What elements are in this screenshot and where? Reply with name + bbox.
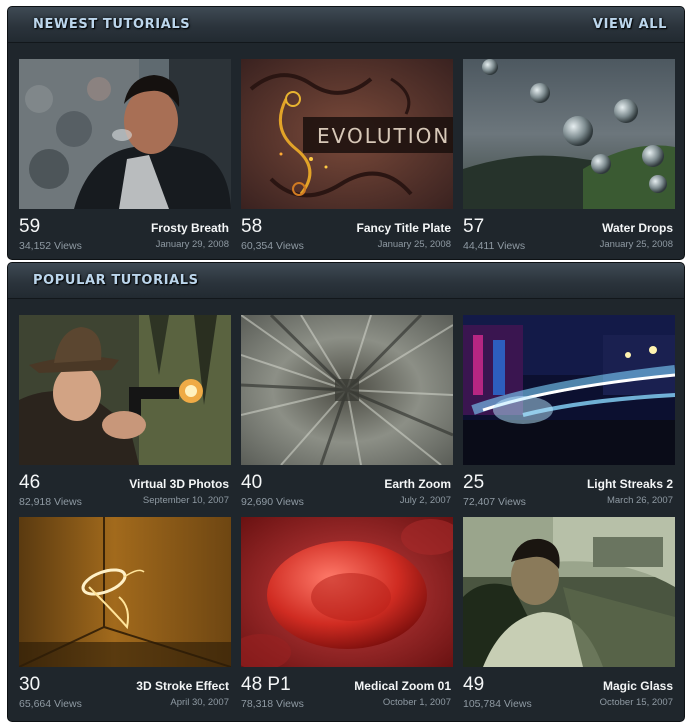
tutorial-number: 30 [19,674,41,695]
tutorial-number: 58 [241,216,263,237]
tutorial-number: 49 [463,674,485,695]
tutorial-title-link[interactable]: Virtual 3D Photos [129,477,229,491]
tutorial-views: 65,664 Views [19,698,82,710]
tutorial-views: 78,318 Views [241,698,304,710]
medical-zoom-01-thumbnail-image [241,517,453,667]
tutorial-card[interactable]: 25 72,407 Views Light Streaks 2 March 26… [463,315,675,513]
tutorial-date: October 1, 2007 [382,697,451,708]
tutorial-title-link[interactable]: Earth Zoom [384,477,451,491]
tutorial-thumbnail-magic-glass[interactable] [463,517,675,667]
water-drops-thumbnail-image [463,59,675,209]
tutorial-number: 25 [463,472,485,493]
earth-zoom-thumbnail-image [241,315,453,465]
tutorial-thumbnail-water-drops[interactable] [463,59,675,209]
tutorial-title-link[interactable]: Light Streaks 2 [587,477,673,491]
tutorial-title-link[interactable]: Water Drops [602,221,673,235]
tutorial-number: 40 [241,472,263,493]
tutorial-views: 92,690 Views [241,496,304,508]
tutorial-date: March 26, 2007 [606,495,673,506]
tutorial-date: July 2, 2007 [399,495,451,506]
frosty-breath-thumbnail-image [19,59,231,209]
newest-tutorials-header: NEWEST TUTORIALS VIEW ALL [8,7,684,43]
tutorial-card[interactable]: 30 65,664 Views 3D Stroke Effect April 3… [19,517,231,715]
magic-glass-thumbnail-image [463,517,675,667]
tutorial-thumbnail-3d-stroke-effect[interactable] [19,517,231,667]
tutorial-views: 82,918 Views [19,496,82,508]
newest-tutorials-panel: NEWEST TUTORIALS VIEW ALL 59 34,152 View… [7,6,685,260]
tutorial-views: 72,407 Views [463,496,526,508]
tutorial-card[interactable]: EVOLUTION 58 60,354 Views Fancy Title Pl… [241,59,453,257]
evolution-thumb-text: EVOLUTION [317,124,450,148]
tutorial-title-link[interactable]: Magic Glass [603,679,673,693]
tutorial-date: April 30, 2007 [170,697,229,708]
tutorial-title-link[interactable]: 3D Stroke Effect [136,679,229,693]
tutorial-card[interactable]: 49 105,784 Views Magic Glass October 15,… [463,517,675,715]
tutorial-thumbnail-virtual-3d-photos[interactable] [19,315,231,465]
tutorial-title-link[interactable]: Frosty Breath [151,221,229,235]
tutorial-number: 46 [19,472,41,493]
tutorial-thumbnail-frosty-breath[interactable] [19,59,231,209]
tutorial-views: 44,411 Views [463,240,526,252]
tutorial-number: 59 [19,216,41,237]
tutorial-number: 48 P1 [241,674,291,695]
tutorial-card[interactable]: 59 34,152 Views Frosty Breath January 29… [19,59,231,257]
tutorial-date: October 15, 2007 [599,697,673,708]
tutorial-card[interactable]: 48 P1 78,318 Views Medical Zoom 01 Octob… [241,517,453,715]
tutorial-card[interactable]: 40 92,690 Views Earth Zoom July 2, 2007 [241,315,453,513]
virtual-3d-photos-thumbnail-image [19,315,231,465]
tutorial-views: 105,784 Views [463,698,532,710]
light-streaks-2-thumbnail-image [463,315,675,465]
tutorial-number: 57 [463,216,485,237]
tutorial-views: 60,354 Views [241,240,304,252]
popular-tutorials-panel: POPULAR TUTORIALS 46 82,918 Views Virtua… [7,262,685,722]
tutorial-thumbnail-earth-zoom[interactable] [241,315,453,465]
view-all-link[interactable]: VIEW ALL [593,17,667,32]
popular-tutorials-header: POPULAR TUTORIALS [8,263,684,299]
tutorial-title-link[interactable]: Medical Zoom 01 [354,679,451,693]
popular-tutorials-title: POPULAR TUTORIALS [33,273,199,288]
tutorial-thumbnail-fancy-title-plate[interactable]: EVOLUTION [241,59,453,209]
tutorial-views: 34,152 Views [19,240,82,252]
tutorial-card[interactable]: 57 44,411 Views Water Drops January 25, … [463,59,675,257]
tutorial-thumbnail-medical-zoom-01[interactable] [241,517,453,667]
fancy-title-plate-thumbnail-image: EVOLUTION [241,59,453,209]
tutorial-card[interactable]: 46 82,918 Views Virtual 3D Photos Septem… [19,315,231,513]
tutorial-date: September 10, 2007 [142,495,229,506]
tutorial-date: January 29, 2008 [155,239,229,250]
tutorial-date: January 25, 2008 [377,239,451,250]
tutorial-date: January 25, 2008 [599,239,673,250]
tutorial-title-link[interactable]: Fancy Title Plate [357,221,451,235]
tutorial-thumbnail-light-streaks-2[interactable] [463,315,675,465]
3d-stroke-effect-thumbnail-image [19,517,231,667]
newest-tutorials-title: NEWEST TUTORIALS [33,17,191,32]
